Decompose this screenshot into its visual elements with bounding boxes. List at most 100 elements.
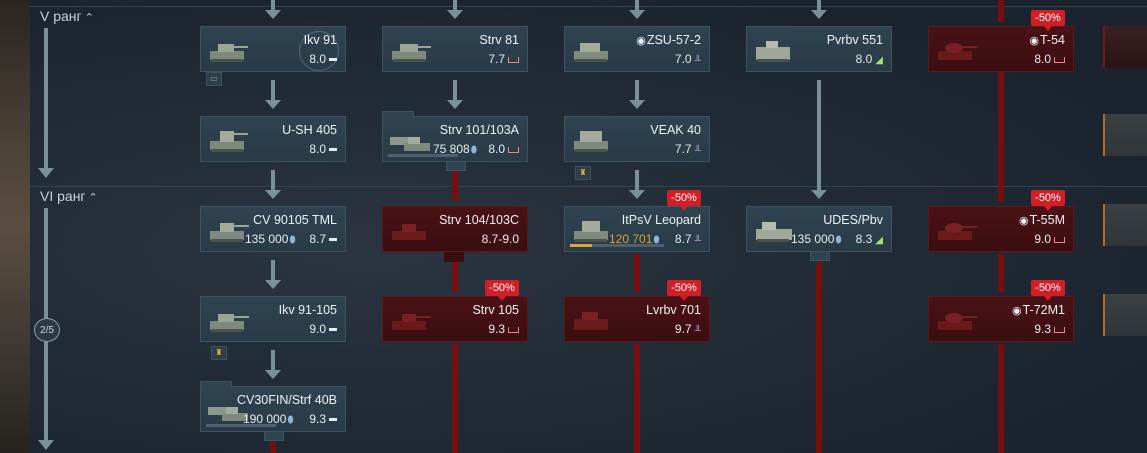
offscreen-vehicle-card[interactable]: [1103, 204, 1147, 246]
research-progress-bar: [570, 244, 664, 247]
locked-connector: [998, 72, 1004, 202]
research-cost: 135 000⬮: [791, 232, 842, 246]
research-progress-bar: [388, 154, 458, 157]
spaa-icon: ╨: [694, 235, 701, 245]
tank-icon: [392, 44, 431, 62]
battle-rating: 8.0: [309, 142, 337, 156]
vehicle-name: Lvrbv 701: [646, 303, 701, 317]
battle-rating: 8.7: [309, 232, 337, 246]
vehicle-name: CV 90105 TML: [253, 213, 337, 227]
locked-connector: [634, 344, 640, 453]
vehicle-card-udes[interactable]: UDES/Pbv 135 000⬮ 8.3 ◢: [746, 206, 892, 252]
offscreen-vehicle-card[interactable]: [1103, 294, 1147, 336]
group-tab: [382, 111, 414, 118]
vehicle-card-cv90105[interactable]: CV 90105 TML 135 000⬮ 8.7: [200, 206, 346, 252]
vehicle-card-veak40[interactable]: VEAK 40 7.7 ╨: [564, 116, 710, 162]
tree-connector: [817, 80, 821, 190]
vehicle-card-ush405[interactable]: U-SH 405 8.0: [200, 116, 346, 162]
arrow-down-icon: [811, 190, 827, 199]
tree-connector: [635, 80, 639, 100]
medium-tank-icon: [1054, 326, 1065, 333]
vehicle-card-pvrbv551[interactable]: Pvrbv 551 8.0 ◢: [746, 26, 892, 72]
arrow-down-icon: [629, 10, 645, 19]
vehicle-card-strv105[interactable]: Strv 105 9.3: [382, 296, 528, 342]
offscreen-vehicle-card[interactable]: [1103, 26, 1147, 68]
squadron-marker-icon: ◉: [1029, 35, 1039, 47]
tree-connector: [271, 170, 275, 190]
medium-tank-icon: [508, 326, 519, 333]
locked-connector: [634, 254, 640, 292]
arrow-down-icon: [38, 440, 54, 450]
arrow-down-icon: [265, 100, 281, 109]
tank-destroyer-icon: [756, 222, 792, 242]
vehicle-card-strv104[interactable]: Strv 104/103C 8.7-9.0: [382, 206, 528, 252]
vehicle-name: Strv 105: [472, 303, 519, 317]
group-expand-icon[interactable]: [446, 162, 466, 171]
vehicle-card-strv81[interactable]: Strv 81 7.7: [382, 26, 528, 72]
discount-badge: -50%: [667, 190, 701, 211]
arrow-down-icon: [265, 280, 281, 289]
tree-connector: [271, 350, 275, 370]
light-tank-icon: [329, 418, 337, 422]
spaa-icon: ╨: [694, 145, 701, 155]
vehicle-name: ◉T-55M: [1018, 213, 1065, 227]
spaa-icon: [574, 221, 608, 242]
vehicle-card-lvrbv701[interactable]: Lvrbv 701 9.7 ╨: [564, 296, 710, 342]
tank-icon: [210, 223, 249, 242]
vehicle-card-t72m1[interactable]: ◉T-72M1 9.3: [928, 296, 1074, 342]
vehicle-name: U-SH 405: [282, 123, 337, 137]
group-expand-icon[interactable]: [810, 252, 830, 261]
medium-tank-icon: [508, 56, 519, 63]
spaa-icon: ╨: [694, 325, 701, 335]
vehicle-card-t54[interactable]: ◉T-54 8.0: [928, 26, 1074, 72]
vehicle-name: Strv 101/103A: [439, 123, 519, 137]
vehicle-card-t55m[interactable]: ◉T-55M 9.0: [928, 206, 1074, 252]
battle-rating: 9.3: [309, 412, 337, 426]
rank-progress-indicator: 2/5: [34, 318, 60, 342]
vehicle-card-ikv91105[interactable]: Ikv 91-105 9.0: [200, 296, 346, 342]
research-point-icon: ⬮: [287, 415, 294, 426]
battle-rating: 9.0: [1034, 232, 1065, 246]
spaa-icon: [574, 131, 608, 152]
vehicle-card-strv101[interactable]: Strv 101/103A 75 808⬮ 8.0: [382, 111, 528, 162]
vehicle-card-zsu572[interactable]: ◉ZSU-57-2 7.0 ╨: [564, 26, 710, 72]
offscreen-vehicle-card[interactable]: [1103, 114, 1147, 156]
vehicle-name: ◉ZSU-57-2: [636, 33, 701, 47]
group-expand-icon[interactable]: [264, 432, 284, 441]
battle-rating: 9.7 ╨: [674, 322, 701, 336]
vehicle-name: Strv 104/103C: [439, 213, 519, 227]
battle-rating: 7.0 ╨: [674, 52, 701, 66]
vehicle-card-itpsv[interactable]: ItPsV Leopard 120 701⬮ 8.7 ╨: [564, 206, 710, 252]
battle-rating: 7.7 ╨: [674, 142, 701, 156]
locked-connector: [452, 344, 458, 453]
arrow-down-icon: [38, 168, 54, 178]
battle-rating: 7.7: [488, 52, 519, 66]
rank-arrow-line: [44, 28, 48, 168]
premium-crew-icon: ♜: [211, 346, 227, 360]
vehicle-card-ikv91[interactable]: Ikv 91 8.0: [200, 26, 346, 72]
light-tank-icon: [329, 148, 337, 152]
rank-label-v[interactable]: V ранг ⌃: [40, 8, 94, 24]
spaa-icon: ╨: [694, 55, 701, 65]
battle-rating: 8.0: [488, 142, 519, 156]
locked-connector: [452, 170, 458, 200]
locked-connector: [998, 0, 1004, 22]
folder-icon[interactable]: ▭: [206, 72, 222, 86]
premium-crew-icon: ♜: [575, 166, 591, 180]
battle-rating: 9.3: [1034, 322, 1065, 336]
locked-connector: [452, 262, 458, 292]
tree-connector: [271, 260, 275, 280]
medium-tank-icon: [1054, 236, 1065, 243]
rank-label-vi[interactable]: VI ранг ⌃: [40, 188, 98, 204]
tank-icon: [938, 223, 977, 240]
arrow-down-icon: [265, 10, 281, 19]
battle-rating: 8.0: [1034, 52, 1065, 66]
locked-connector: [998, 254, 1004, 292]
vehicle-name: ◉T-72M1: [1012, 303, 1065, 317]
discount-badge: -50%: [1031, 280, 1065, 301]
folder-stub: [444, 252, 464, 262]
vehicle-card-cv30fin[interactable]: CV30FIN/Strf 40B 190 000⬮ 9.3: [200, 381, 346, 432]
tree-connector: [635, 170, 639, 190]
battle-rating: 8.0 ◢: [855, 52, 883, 66]
discount-badge: -50%: [485, 280, 519, 301]
